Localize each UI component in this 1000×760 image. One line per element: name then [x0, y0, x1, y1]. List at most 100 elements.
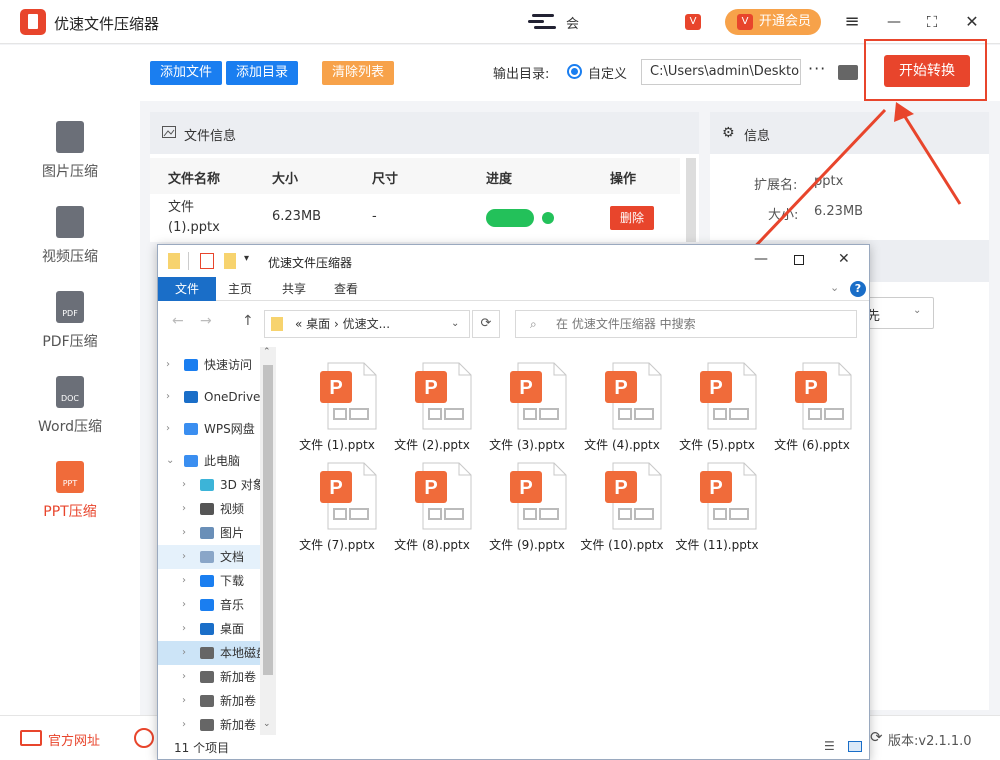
tree-item[interactable]: › 快速访问	[158, 353, 276, 377]
ppt-file-icon: P	[510, 462, 567, 530]
tree-item[interactable]: › 新加卷 (F	[158, 689, 276, 713]
tree-item[interactable]: ⌄ 此电脑	[158, 449, 276, 473]
expand-arrow-icon[interactable]: ›	[182, 713, 186, 737]
drive-icon	[200, 671, 214, 683]
scroll-down-icon[interactable]: ⌄	[263, 719, 271, 729]
refresh-icon[interactable]: ⟳	[472, 310, 500, 338]
address-bar[interactable]: « 桌面 › 优速文... ⌄	[264, 310, 470, 338]
scroll-up-icon[interactable]: ⌃	[263, 347, 271, 357]
expand-arrow-icon[interactable]: ›	[182, 473, 186, 497]
back-icon[interactable]: ←	[172, 313, 184, 329]
tree-item-label: 桌面	[220, 622, 245, 636]
file-explorer-window: ▾ 优速文件压缩器 — ✕ 文件 主页 共享 查看 ⌄ ? ← → ↑ « 桌面…	[157, 244, 870, 760]
expand-arrow-icon[interactable]: ›	[166, 353, 170, 377]
up-icon[interactable]: ↑	[242, 313, 254, 329]
tree-item[interactable]: › OneDrive	[158, 385, 276, 409]
tree-item[interactable]: › 新加卷 (G	[158, 713, 276, 737]
file-item[interactable]: P 文件 (8).pptx	[385, 451, 479, 552]
file-name: 文件 (6).pptx	[774, 438, 850, 452]
star-icon	[184, 359, 198, 371]
forward-icon[interactable]: →	[200, 313, 212, 329]
expand-arrow-icon[interactable]: ›	[182, 689, 186, 713]
file-name: 文件 (8).pptx	[394, 538, 470, 552]
expand-arrow-icon[interactable]: ⌄	[166, 449, 174, 473]
svg-text:P: P	[424, 377, 437, 399]
expand-arrow-icon[interactable]: ›	[182, 641, 186, 665]
expand-arrow-icon[interactable]: ›	[182, 545, 186, 569]
search-icon: ⌕	[530, 317, 537, 331]
maximize-icon[interactable]	[794, 255, 804, 265]
expand-arrow-icon[interactable]: ›	[182, 665, 186, 689]
file-item[interactable]: P 文件 (3).pptx	[480, 351, 574, 452]
tab-home[interactable]: 主页	[216, 277, 264, 301]
chevron-down-icon[interactable]: ⌄	[451, 311, 459, 337]
ribbon-expand-icon[interactable]: ⌄	[830, 281, 839, 294]
file-item[interactable]: P 文件 (9).pptx	[480, 451, 574, 552]
document-icon	[200, 551, 214, 563]
svg-text:P: P	[329, 377, 342, 399]
file-item[interactable]: P 文件 (5).pptx	[670, 351, 764, 452]
tree-item-label: 图片	[220, 526, 245, 540]
expand-arrow-icon[interactable]: ›	[166, 417, 170, 441]
search-placeholder: 在 优速文件压缩器 中搜索	[556, 317, 696, 331]
ppt-file-icon: P	[795, 362, 852, 430]
file-item[interactable]: P 文件 (7).pptx	[290, 451, 384, 552]
file-item[interactable]: P 文件 (2).pptx	[385, 351, 479, 452]
quick-access-dropdown-icon[interactable]: ▾	[244, 253, 249, 264]
new-folder-icon[interactable]	[224, 253, 236, 269]
expand-arrow-icon[interactable]: ›	[182, 521, 186, 545]
expand-arrow-icon[interactable]: ›	[166, 385, 170, 409]
file-name: 文件 (7).pptx	[299, 538, 375, 552]
ppt-file-icon: P	[605, 362, 662, 430]
tab-file[interactable]: 文件	[158, 277, 216, 301]
ppt-file-icon: P	[510, 362, 567, 430]
tab-view[interactable]: 查看	[322, 277, 370, 301]
help-icon[interactable]: ?	[850, 281, 866, 297]
tree-item[interactable]: › 桌面	[158, 617, 276, 641]
tree-item[interactable]: › WPS网盘	[158, 417, 276, 441]
file-item[interactable]: P 文件 (1).pptx	[290, 351, 384, 452]
details-view-icon[interactable]: ☰	[824, 739, 835, 753]
item-count: 11 个项目	[174, 741, 230, 755]
drive-icon	[200, 695, 214, 707]
expand-arrow-icon[interactable]: ›	[182, 593, 186, 617]
search-input[interactable]: ⌕ 在 优速文件压缩器 中搜索	[515, 310, 857, 338]
file-item[interactable]: P 文件 (11).pptx	[670, 451, 764, 552]
expand-arrow-icon[interactable]: ›	[182, 569, 186, 593]
properties-icon[interactable]	[200, 253, 214, 269]
tree-item-label: OneDrive	[204, 390, 261, 404]
svg-text:P: P	[804, 377, 817, 399]
expand-arrow-icon[interactable]: ›	[182, 617, 186, 641]
tree-item[interactable]: › 音乐	[158, 593, 276, 617]
tree-item[interactable]: › 图片	[158, 521, 276, 545]
tree-item[interactable]: › 3D 对象	[158, 473, 276, 497]
tab-share[interactable]: 共享	[270, 277, 318, 301]
minimize-icon[interactable]: —	[754, 251, 768, 267]
large-icons-view-icon[interactable]	[848, 741, 862, 752]
picture-icon	[200, 527, 214, 539]
folder-icon	[271, 317, 283, 331]
svg-text:P: P	[709, 477, 722, 499]
close-icon[interactable]: ✕	[838, 251, 850, 267]
file-item[interactable]: P 文件 (4).pptx	[575, 351, 669, 452]
tree-item[interactable]: › 新加卷 (E	[158, 665, 276, 689]
drive-icon	[200, 719, 214, 731]
expand-arrow-icon[interactable]: ›	[182, 497, 186, 521]
file-item[interactable]: P 文件 (6).pptx	[765, 351, 859, 452]
tree-item[interactable]: › 视频	[158, 497, 276, 521]
explorer-title-bar: ▾ 优速文件压缩器 — ✕	[158, 245, 869, 277]
tree-item-label: WPS网盘	[204, 422, 255, 436]
scrollbar-thumb[interactable]	[263, 365, 273, 675]
ppt-file-icon: P	[320, 362, 377, 430]
file-item[interactable]: P 文件 (10).pptx	[575, 451, 669, 552]
tree-item[interactable]: › 本地磁盘	[158, 641, 276, 665]
tree-item-label: 视频	[220, 502, 245, 516]
tree-scrollbar[interactable]: ⌃ ⌄	[260, 347, 276, 735]
svg-text:P: P	[614, 477, 627, 499]
tree-item-label: 3D 对象	[220, 478, 265, 492]
ppt-file-icon: P	[415, 462, 472, 530]
explorer-nav-bar: ← → ↑ « 桌面 › 优速文... ⌄ ⟳ ⌕ 在 优速文件压缩器 中搜索	[158, 301, 869, 347]
tree-item[interactable]: › 下载	[158, 569, 276, 593]
explorer-title: 优速文件压缩器	[268, 256, 353, 270]
tree-item[interactable]: › 文档	[158, 545, 276, 569]
